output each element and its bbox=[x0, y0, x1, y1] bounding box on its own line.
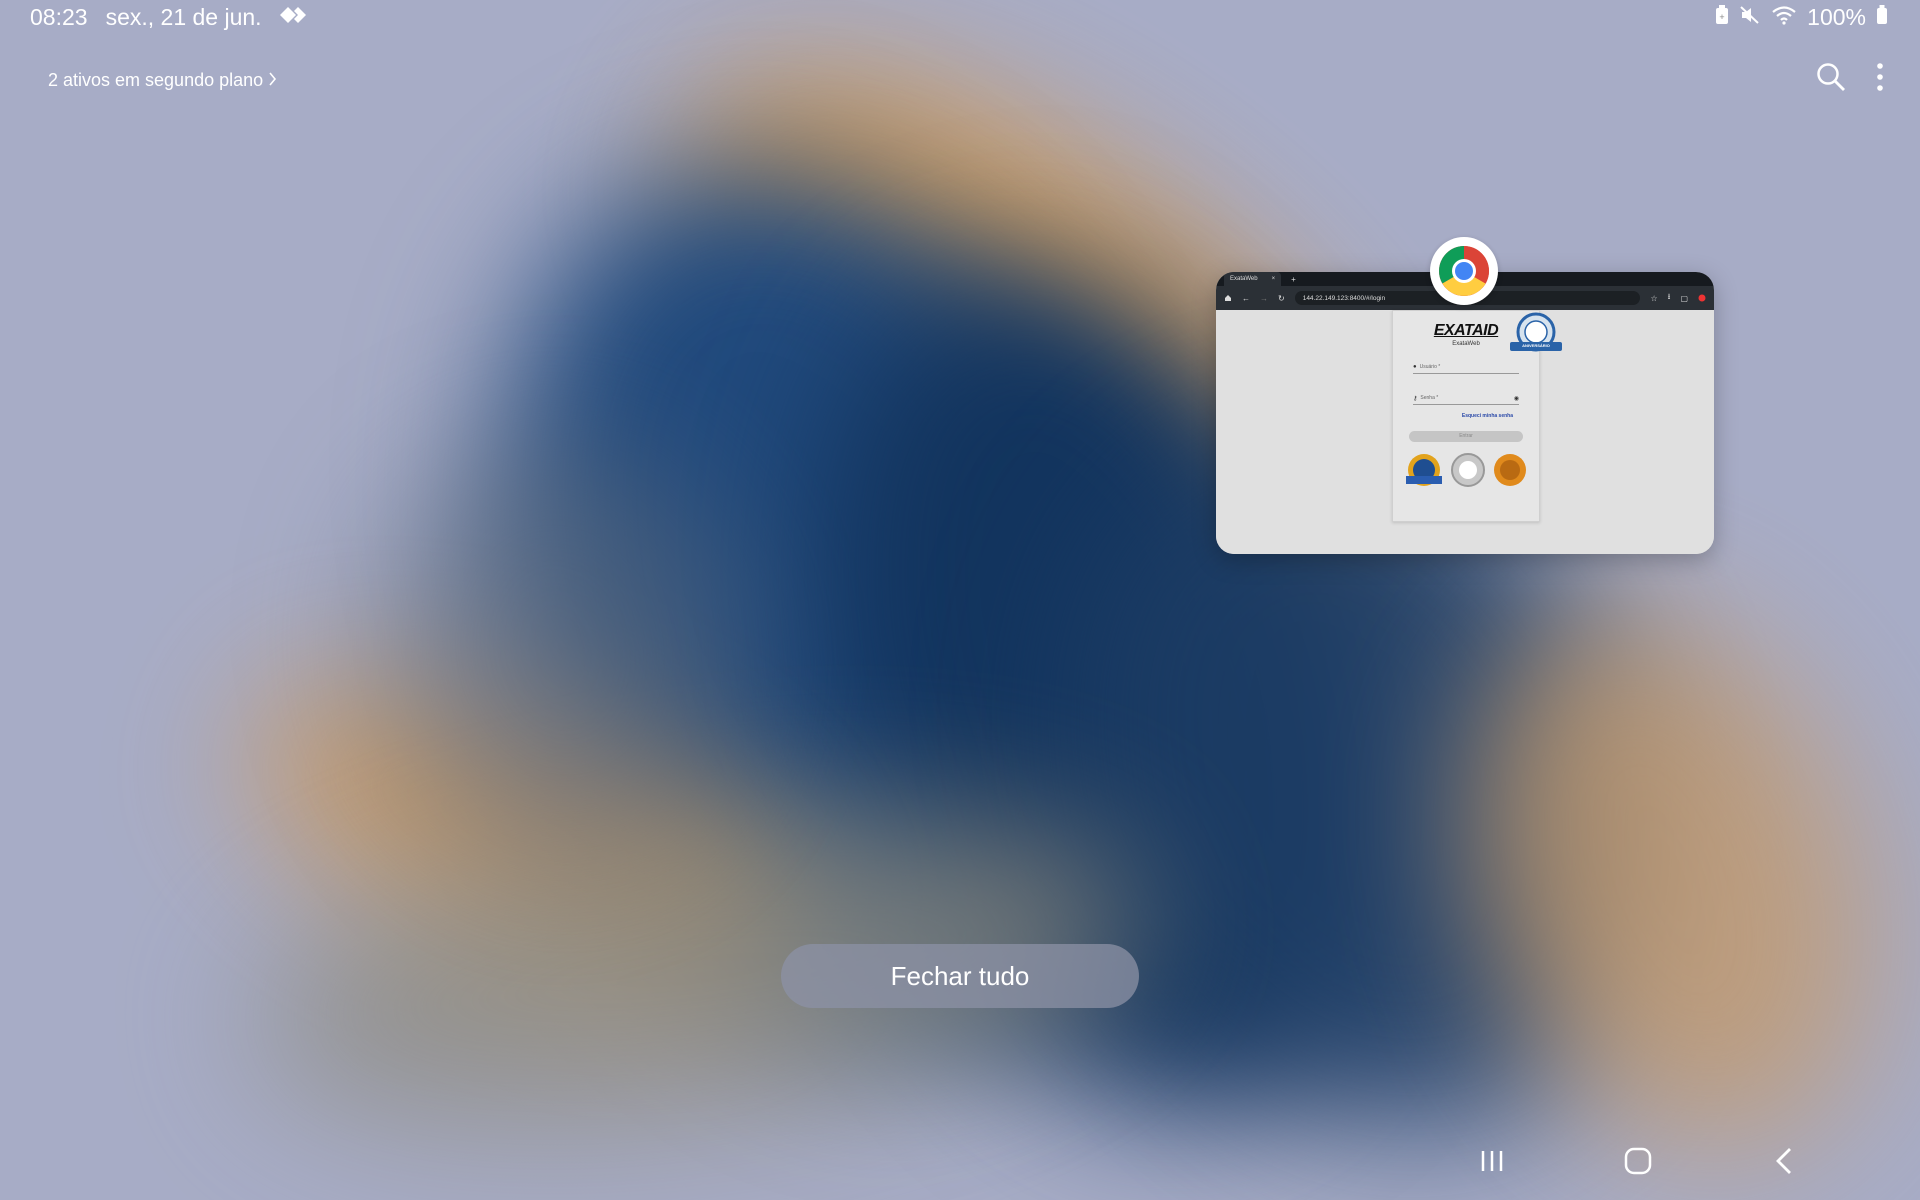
exata-logo: EXATAID bbox=[1433, 322, 1499, 339]
navigation-bar bbox=[0, 1128, 1920, 1200]
status-time: 08:23 bbox=[30, 4, 88, 30]
user-icon: ● bbox=[1413, 364, 1417, 370]
url-text: 144.22.149.123:8400/#/login bbox=[1302, 294, 1386, 302]
bookmark-star-icon: ☆ bbox=[1650, 293, 1658, 303]
svg-text:+: + bbox=[1720, 12, 1725, 22]
award-badge-icon bbox=[1492, 452, 1528, 495]
key-icon: ⚷ bbox=[1413, 395, 1418, 402]
wallpaper bbox=[0, 0, 1920, 1200]
home-nav-icon bbox=[1224, 289, 1232, 307]
chevron-right-icon bbox=[269, 70, 277, 91]
profile-icon bbox=[1698, 289, 1706, 307]
mute-icon bbox=[1739, 4, 1761, 31]
forward-nav-icon: → bbox=[1260, 293, 1268, 303]
back-button[interactable] bbox=[1754, 1138, 1814, 1188]
browser-tab-title: ExataWeb bbox=[1230, 276, 1258, 282]
chrome-icon[interactable] bbox=[1430, 237, 1498, 305]
anniversary-badge: ANIVERSÁRIO bbox=[1506, 312, 1566, 360]
recents-icon bbox=[1480, 1149, 1504, 1178]
browser-page: EXATAID ExataWeb ● Usuário * ⚷ Senha * ◉… bbox=[1216, 310, 1714, 554]
close-all-button[interactable]: Fechar tudo bbox=[781, 944, 1139, 1008]
new-tab-icon: + bbox=[1291, 274, 1296, 284]
certification-badge-icon bbox=[1404, 452, 1444, 495]
back-nav-icon: ← bbox=[1242, 293, 1250, 303]
more-vert-icon[interactable] bbox=[1876, 62, 1884, 97]
anniversary-badge-text: ANIVERSÁRIO bbox=[1522, 343, 1550, 348]
battery-saver-icon: + bbox=[1715, 4, 1729, 31]
status-date: sex., 21 de jun. bbox=[105, 4, 262, 30]
close-all-label: Fechar tudo bbox=[890, 960, 1030, 991]
browser-tab: ExataWeb × bbox=[1224, 272, 1282, 286]
background-apps-label: 2 ativos em segundo plano bbox=[48, 70, 264, 90]
battery-percent: 100% bbox=[1807, 4, 1866, 30]
diamond-icon bbox=[279, 4, 308, 31]
wifi-icon bbox=[1771, 4, 1797, 31]
username-field: ● Usuário * bbox=[1413, 361, 1519, 374]
status-bar: 08:23 sex., 21 de jun. + 100% bbox=[0, 0, 1920, 36]
background-apps-link[interactable]: 2 ativos em segundo plano bbox=[48, 70, 277, 91]
password-placeholder: Senha * bbox=[1420, 395, 1439, 401]
recents-button[interactable] bbox=[1462, 1138, 1522, 1188]
home-button[interactable] bbox=[1608, 1138, 1668, 1188]
seal-badge-icon bbox=[1450, 452, 1486, 495]
download-icon: ⭳ bbox=[1667, 292, 1671, 301]
password-field: ⚷ Senha * ◉ bbox=[1413, 392, 1519, 405]
tabs-count-icon: ▢ bbox=[1680, 293, 1688, 303]
search-icon[interactable] bbox=[1816, 62, 1846, 97]
reload-icon: ↻ bbox=[1278, 293, 1285, 303]
username-placeholder: Usuário * bbox=[1419, 364, 1441, 370]
eye-icon: ◉ bbox=[1513, 395, 1519, 402]
login-submit-button: Entrar bbox=[1409, 431, 1523, 442]
home-icon bbox=[1624, 1147, 1652, 1180]
close-tab-icon: × bbox=[1271, 276, 1276, 282]
back-icon bbox=[1775, 1147, 1793, 1180]
recent-app-card[interactable]: ExataWeb × + ← → ↻ 144.22.149.123:8400/#… bbox=[1216, 272, 1714, 554]
battery-icon bbox=[1876, 4, 1888, 31]
forgot-password-link: Esqueci minha senha bbox=[1461, 413, 1513, 419]
